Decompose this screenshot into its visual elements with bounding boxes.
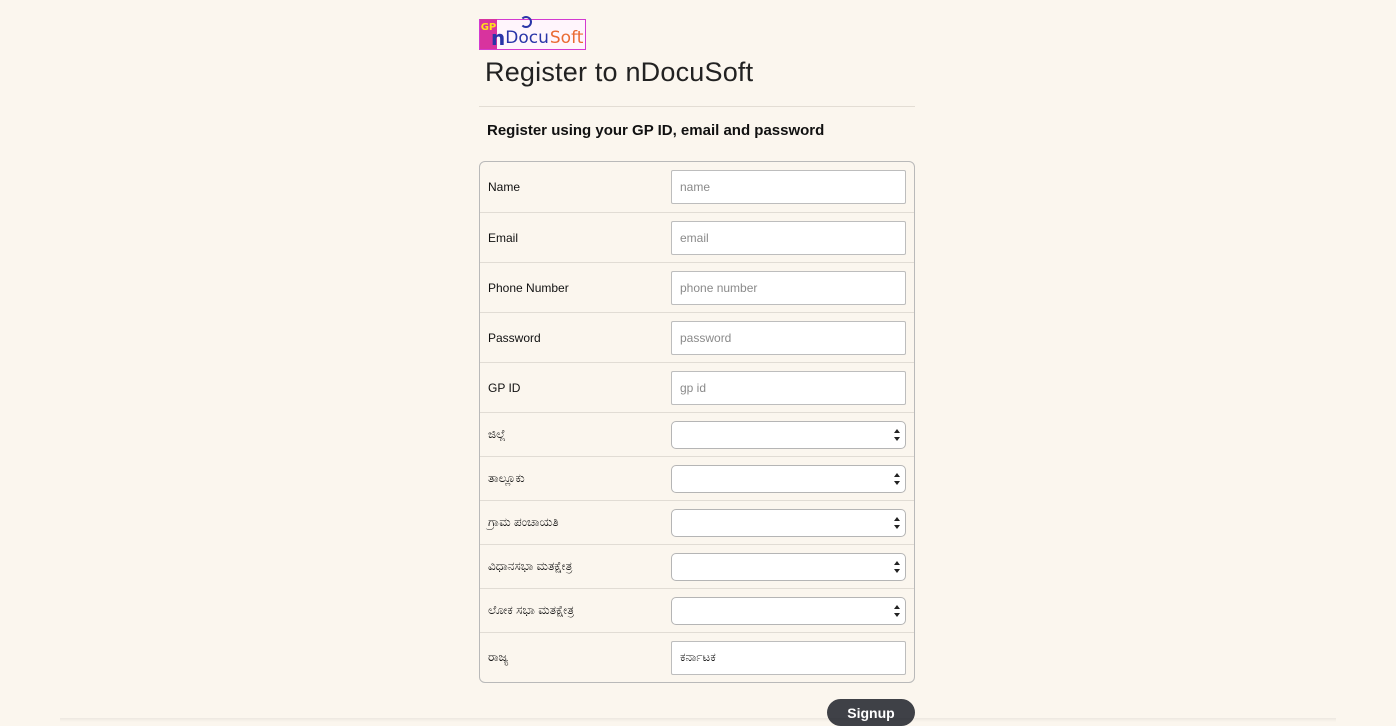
- form-row-gram-panchayat: ಗ್ರಾಮ ಪಂಚಾಯತಿ: [480, 500, 914, 544]
- select-arrows-icon: [893, 472, 901, 485]
- logo-docu-text: Docu: [505, 16, 549, 48]
- page-title: Register to nDocuSoft: [485, 57, 754, 87]
- name-input[interactable]: [671, 170, 906, 204]
- state-input[interactable]: [671, 640, 906, 675]
- email-label: Email: [488, 230, 519, 245]
- gp-id-label: GP ID: [488, 380, 521, 395]
- logo-swirl-icon: [520, 16, 533, 28]
- lok-sabha-constituency-select[interactable]: [671, 596, 906, 625]
- form-row-gp-id: GP ID: [480, 362, 914, 412]
- district-select[interactable]: [671, 420, 906, 449]
- taluk-label: ತಾಲ್ಲೂಕು: [488, 471, 525, 485]
- registration-page: GP n Docu Soft Register to nDocuSoft Reg…: [0, 0, 1396, 726]
- header-divider: [479, 106, 915, 107]
- register-container: GP n Docu Soft Register to nDocuSoft Reg…: [479, 16, 915, 726]
- form-row-lok-sabha-constituency: ಲೋಕ ಸಭಾ ಮತಕ್ಷೇತ್ರ: [480, 588, 914, 632]
- select-arrows-icon: [893, 516, 901, 529]
- phone-number-input[interactable]: [671, 270, 906, 305]
- registration-form: Name Email Phone Number Password GP ID ಜ: [479, 161, 915, 683]
- assembly-constituency-label: ವಿಧಾನಸಭಾ ಮತಕ್ಷೇತ್ರ: [488, 559, 573, 573]
- logo-docu-label: Docu: [505, 28, 549, 48]
- form-row-phone: Phone Number: [480, 262, 914, 312]
- assembly-constituency-select[interactable]: [671, 552, 906, 581]
- select-arrows-icon: [893, 560, 901, 573]
- page-bottom-shadow: [60, 718, 1336, 722]
- email-input[interactable]: [671, 220, 906, 255]
- form-row-password: Password: [480, 312, 914, 362]
- logo-n-letter: n: [491, 26, 506, 50]
- gp-id-input[interactable]: [671, 370, 906, 405]
- taluk-select[interactable]: [671, 464, 906, 493]
- form-row-email: Email: [480, 212, 914, 262]
- select-arrows-icon: [893, 604, 901, 617]
- form-row-state: ರಾಜ್ಯ: [480, 632, 914, 682]
- form-row-taluk: ತಾಲ್ಲೂಕು: [480, 456, 914, 500]
- form-row-district: ಜಿಲ್ಲೆ: [480, 412, 914, 456]
- lok-sabha-constituency-label: ಲೋಕ ಸಭಾ ಮತಕ್ಷೇತ್ರ: [488, 603, 575, 617]
- gram-panchayat-label: ಗ್ರಾಮ ಪಂಚಾಯತಿ: [488, 515, 559, 529]
- phone-number-label: Phone Number: [488, 280, 569, 295]
- form-subtitle: Register using your GP ID, email and pas…: [487, 122, 825, 139]
- state-label: ರಾಜ್ಯ: [488, 650, 509, 664]
- password-label: Password: [488, 330, 541, 345]
- form-row-name: Name: [480, 162, 914, 212]
- name-label: Name: [488, 180, 521, 194]
- ndocusoft-logo: GP n Docu Soft: [479, 16, 587, 50]
- form-row-assembly-constituency: ವಿಧಾನಸಭಾ ಮತಕ್ಷೇತ್ರ: [480, 544, 914, 588]
- select-arrows-icon: [893, 428, 901, 441]
- gram-panchayat-select[interactable]: [671, 508, 906, 537]
- district-label: ಜಿಲ್ಲೆ: [488, 427, 506, 441]
- logo-soft-text: Soft: [549, 28, 584, 48]
- password-input[interactable]: [671, 320, 906, 355]
